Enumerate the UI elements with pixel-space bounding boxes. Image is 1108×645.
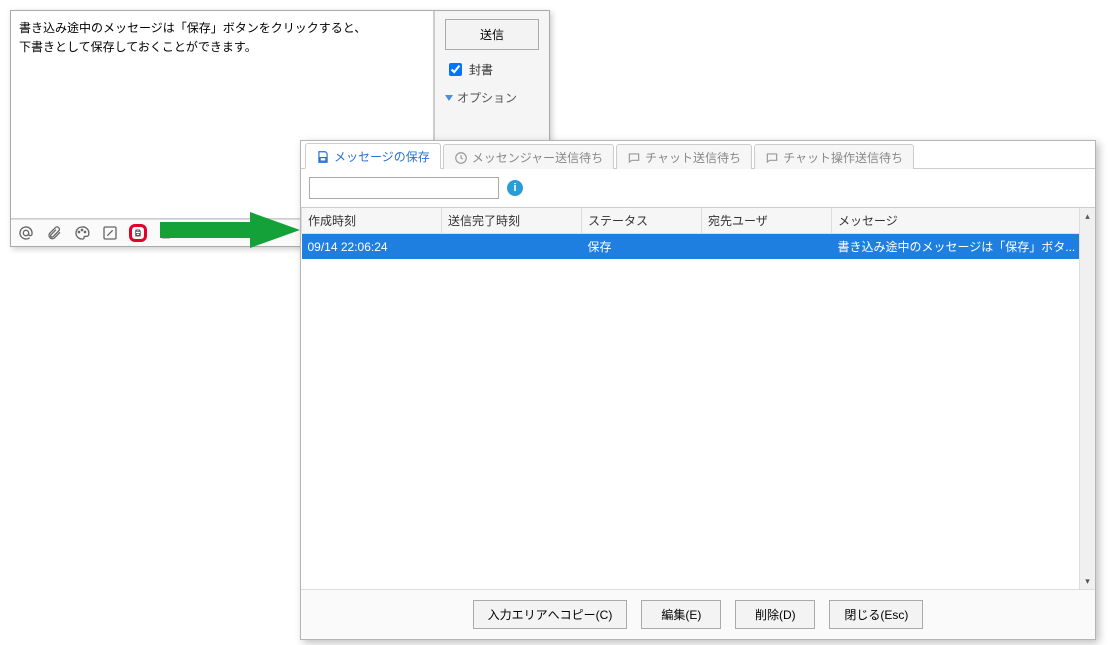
tab-chat-op-pending[interactable]: チャット操作送信待ち: [754, 144, 914, 169]
sealed-checkbox[interactable]: [449, 63, 462, 76]
tab-label: メッセンジャー送信待ち: [472, 149, 603, 166]
tab-label: チャット送信待ち: [645, 149, 741, 166]
info-icon[interactable]: i: [507, 180, 523, 196]
chat-gear-icon: [765, 151, 779, 165]
send-button[interactable]: 送信: [445, 19, 539, 50]
col-sent[interactable]: 送信完了時刻: [442, 208, 582, 234]
col-status[interactable]: ステータス: [582, 208, 702, 234]
tab-messenger-pending[interactable]: メッセンジャー送信待ち: [443, 144, 614, 169]
search-row: i: [301, 169, 1095, 207]
cell-sent: [442, 234, 582, 260]
clock-icon: [454, 151, 468, 165]
tab-label: チャット操作送信待ち: [783, 149, 903, 166]
cell-created: 09/14 22:06:24: [302, 234, 442, 260]
palette-icon[interactable]: [73, 224, 91, 242]
sealed-label: 封書: [469, 61, 493, 78]
at-icon[interactable]: [17, 224, 35, 242]
edit-button[interactable]: 編集(E): [641, 600, 721, 629]
dialog-button-row: 入力エリアへコピー(C) 編集(E) 削除(D) 閉じる(Esc): [301, 589, 1095, 639]
col-created[interactable]: 作成時刻: [302, 208, 442, 234]
scroll-down-icon[interactable]: ▾: [1082, 575, 1093, 587]
scrollbar[interactable]: ▴ ▾: [1079, 208, 1095, 589]
delete-button[interactable]: 削除(D): [735, 600, 815, 629]
options-expander[interactable]: オプション: [445, 89, 539, 106]
save-icon[interactable]: [129, 224, 147, 242]
close-button[interactable]: 閉じる(Esc): [829, 600, 923, 629]
cell-msg: 書き込み途中のメッセージは「保存」ボタ...: [832, 234, 1095, 260]
save-tab-icon: [316, 150, 330, 164]
cell-status: 保存: [582, 234, 702, 260]
tab-bar: メッセージの保存 メッセンジャー送信待ち チャット送信待ち: [301, 141, 1095, 169]
chat-icon: [627, 151, 641, 165]
messages-table-wrap: 作成時刻 送信完了時刻 ステータス 宛先ユーザ メッセージ 09/14 22:0…: [301, 207, 1095, 589]
cell-dest: [702, 234, 832, 260]
search-input[interactable]: [309, 177, 499, 199]
sealed-checkbox-row[interactable]: 封書: [445, 60, 539, 79]
col-dest[interactable]: 宛先ユーザ: [702, 208, 832, 234]
options-label: オプション: [457, 89, 517, 106]
table-row[interactable]: 09/14 22:06:24 保存 書き込み途中のメッセージは「保存」ボタ...: [302, 234, 1095, 260]
chevron-down-icon: [445, 95, 453, 101]
attach-icon[interactable]: [45, 224, 63, 242]
messages-table: 作成時刻 送信完了時刻 ステータス 宛先ユーザ メッセージ 09/14 22:0…: [301, 208, 1095, 259]
tab-message-save[interactable]: メッセージの保存: [305, 143, 441, 169]
col-msg[interactable]: メッセージ: [832, 208, 1095, 234]
edit-icon[interactable]: [101, 224, 119, 242]
tab-label: メッセージの保存: [334, 148, 430, 165]
scroll-up-icon[interactable]: ▴: [1082, 210, 1093, 222]
trash-icon[interactable]: [157, 224, 175, 242]
saved-messages-dialog: メッセージの保存 メッセンジャー送信待ち チャット送信待ち: [300, 140, 1096, 640]
copy-button[interactable]: 入力エリアへコピー(C): [473, 600, 628, 629]
tab-chat-pending[interactable]: チャット送信待ち: [616, 144, 752, 169]
